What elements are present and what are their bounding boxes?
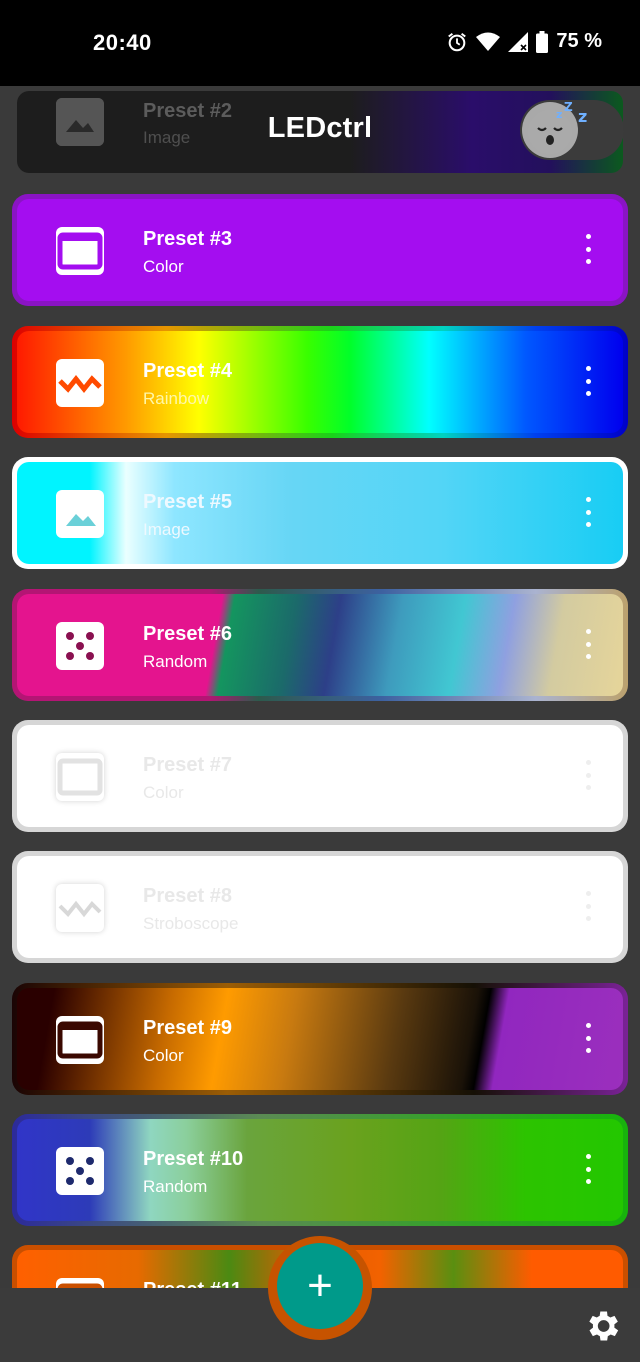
more-options-icon[interactable]: [584, 497, 592, 527]
status-icons: 75 %: [446, 30, 602, 53]
status-bar: 20:40 75 %: [0, 0, 640, 86]
preset-card[interactable]: Preset #4 Rainbow: [12, 326, 628, 438]
preset-title: Preset #4: [143, 360, 232, 382]
preset-card-color-preview: [17, 988, 623, 1090]
preset-title: Preset #8: [143, 885, 232, 907]
preset-list: Preset #2 Image Preset #3 Color Preset #…: [0, 0, 640, 1362]
preset-card-color-preview: [17, 725, 623, 827]
preset-type: Color: [143, 1046, 184, 1065]
alarm-icon: [446, 31, 468, 53]
preset-card[interactable]: Preset #5 Image: [12, 457, 628, 569]
preset-type: Stroboscope: [143, 914, 239, 933]
preset-type: Color: [143, 783, 184, 802]
more-options-icon[interactable]: [584, 366, 592, 396]
preset-card-color-preview: [17, 594, 623, 696]
more-options-icon[interactable]: [584, 1023, 592, 1053]
preset-card[interactable]: Preset #3 Color: [12, 194, 628, 306]
more-options-icon[interactable]: [584, 234, 592, 264]
dice-icon: [56, 1147, 104, 1195]
preset-card[interactable]: Preset #7 Color: [12, 720, 628, 832]
more-options-icon[interactable]: [584, 629, 592, 659]
preset-card[interactable]: Preset #9 Color: [12, 983, 628, 1095]
preset-title: Preset #9: [143, 1017, 232, 1039]
preset-type: Random: [143, 1177, 208, 1196]
preset-title: Preset #6: [143, 623, 232, 645]
preset-card-color-preview: [17, 462, 623, 564]
preset-card-color-preview: [17, 856, 623, 958]
svg-text:z: z: [578, 107, 587, 126]
dice-icon: [56, 622, 104, 670]
sleep-z-icon: z: [578, 107, 587, 126]
sleeping-face-icon: z Z: [522, 100, 578, 158]
preset-title: Preset #3: [143, 228, 232, 250]
sleep-mode-toggle[interactable]: z Z z: [520, 100, 624, 160]
add-icon: +: [307, 1261, 333, 1310]
settings-gear-icon[interactable]: [582, 1306, 622, 1346]
color-frame-icon: [56, 1016, 104, 1064]
svg-text:z: z: [556, 108, 562, 121]
preset-card-color-preview: [17, 1119, 623, 1221]
battery-percentage: 75 %: [556, 30, 602, 52]
status-time: 20:40: [93, 30, 152, 55]
preset-card[interactable]: Preset #6 Random: [12, 589, 628, 701]
preset-card[interactable]: Preset #8 Stroboscope: [12, 851, 628, 963]
preset-type: Image: [143, 520, 191, 539]
color-frame-icon: [56, 227, 104, 275]
preset-title: Preset #7: [143, 754, 232, 776]
preset-title: Preset #10: [143, 1148, 244, 1170]
color-frame-icon: [56, 753, 104, 801]
more-options-icon[interactable]: [584, 891, 592, 921]
preset-type: Rainbow: [143, 389, 210, 408]
preset-title: Preset #5: [143, 491, 232, 513]
battery-icon: [536, 30, 549, 53]
preset-card-color-preview: [17, 199, 623, 301]
cell-signal-icon: [508, 31, 529, 52]
more-options-icon[interactable]: [584, 1154, 592, 1184]
add-preset-button[interactable]: +: [277, 1243, 363, 1329]
more-options-icon[interactable]: [584, 760, 592, 790]
preset-type: Random: [143, 652, 208, 671]
wifi-icon: [476, 32, 501, 52]
preset-card[interactable]: Preset #10 Random: [12, 1114, 628, 1226]
strobe-wave-icon: [56, 884, 104, 932]
svg-text:Z: Z: [564, 102, 573, 114]
preset-type: Color: [143, 257, 184, 276]
preset-card-color-preview: [17, 331, 623, 433]
image-icon: [56, 490, 104, 538]
rainbow-wave-icon: [56, 359, 104, 407]
